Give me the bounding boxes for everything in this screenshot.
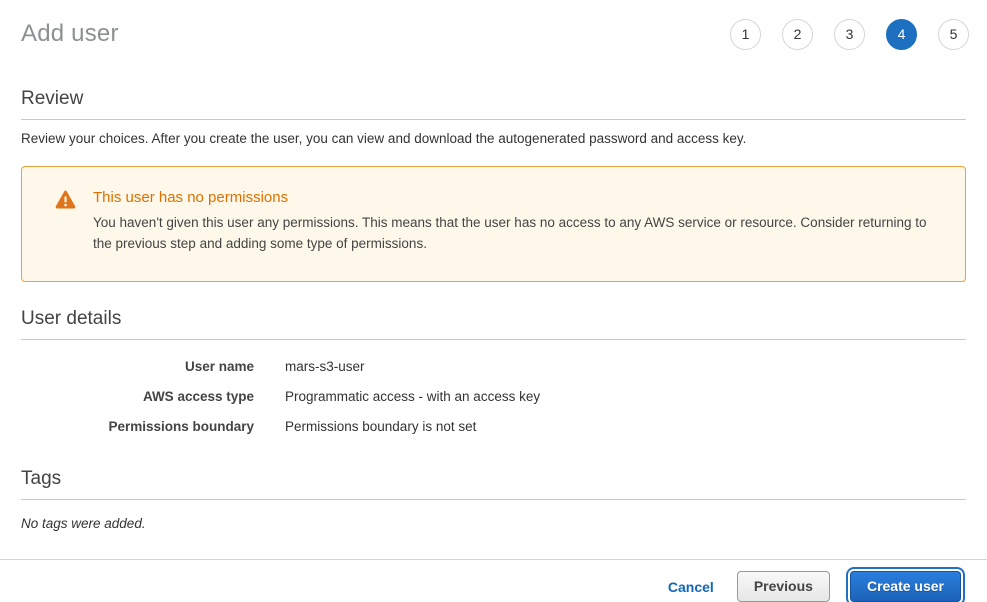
create-user-button[interactable]: Create user — [850, 571, 961, 602]
wizard-step-indicator: 1 2 3 4 5 — [730, 19, 969, 50]
detail-value: mars-s3-user — [285, 359, 365, 374]
warning-triangle-icon — [55, 190, 76, 214]
tags-empty-message: No tags were added. — [21, 516, 966, 531]
detail-label: Permissions boundary — [21, 419, 254, 434]
user-details-section: User details User name mars-s3-user AWS … — [21, 308, 966, 442]
detail-label: AWS access type — [21, 389, 254, 404]
tags-section: Tags No tags were added. — [21, 468, 966, 531]
page-title: Add user — [21, 20, 119, 48]
review-description: Review your choices. After you create th… — [21, 131, 966, 146]
user-details-heading: User details — [21, 308, 966, 340]
warning-content: This user has no permissions You haven't… — [93, 189, 937, 254]
wizard-step-5[interactable]: 5 — [938, 19, 969, 50]
tags-heading: Tags — [21, 468, 966, 500]
wizard-step-4-active[interactable]: 4 — [886, 19, 917, 50]
warning-body: You haven't given this user any permissi… — [93, 212, 937, 254]
no-permissions-warning-box: This user has no permissions You haven't… — [21, 166, 966, 282]
detail-label: User name — [21, 359, 254, 374]
wizard-content: Review Review your choices. After you cr… — [0, 88, 987, 531]
wizard-step-3[interactable]: 3 — [834, 19, 865, 50]
detail-row-permissions-boundary: Permissions boundary Permissions boundar… — [21, 412, 966, 442]
review-section: Review Review your choices. After you cr… — [21, 88, 966, 282]
detail-row-user-name: User name mars-s3-user — [21, 352, 966, 382]
detail-value: Permissions boundary is not set — [285, 419, 476, 434]
previous-button[interactable]: Previous — [737, 571, 830, 602]
wizard-step-2[interactable]: 2 — [782, 19, 813, 50]
page-header: Add user 1 2 3 4 5 — [0, 0, 987, 68]
detail-row-access-type: AWS access type Programmatic access - wi… — [21, 382, 966, 412]
user-details-rows: User name mars-s3-user AWS access type P… — [21, 352, 966, 442]
add-user-wizard-page: Add user 1 2 3 4 5 Review Review your ch… — [0, 0, 987, 602]
warning-title: This user has no permissions — [93, 189, 937, 206]
review-heading: Review — [21, 88, 966, 120]
wizard-step-1[interactable]: 1 — [730, 19, 761, 50]
detail-value: Programmatic access - with an access key — [285, 389, 540, 404]
